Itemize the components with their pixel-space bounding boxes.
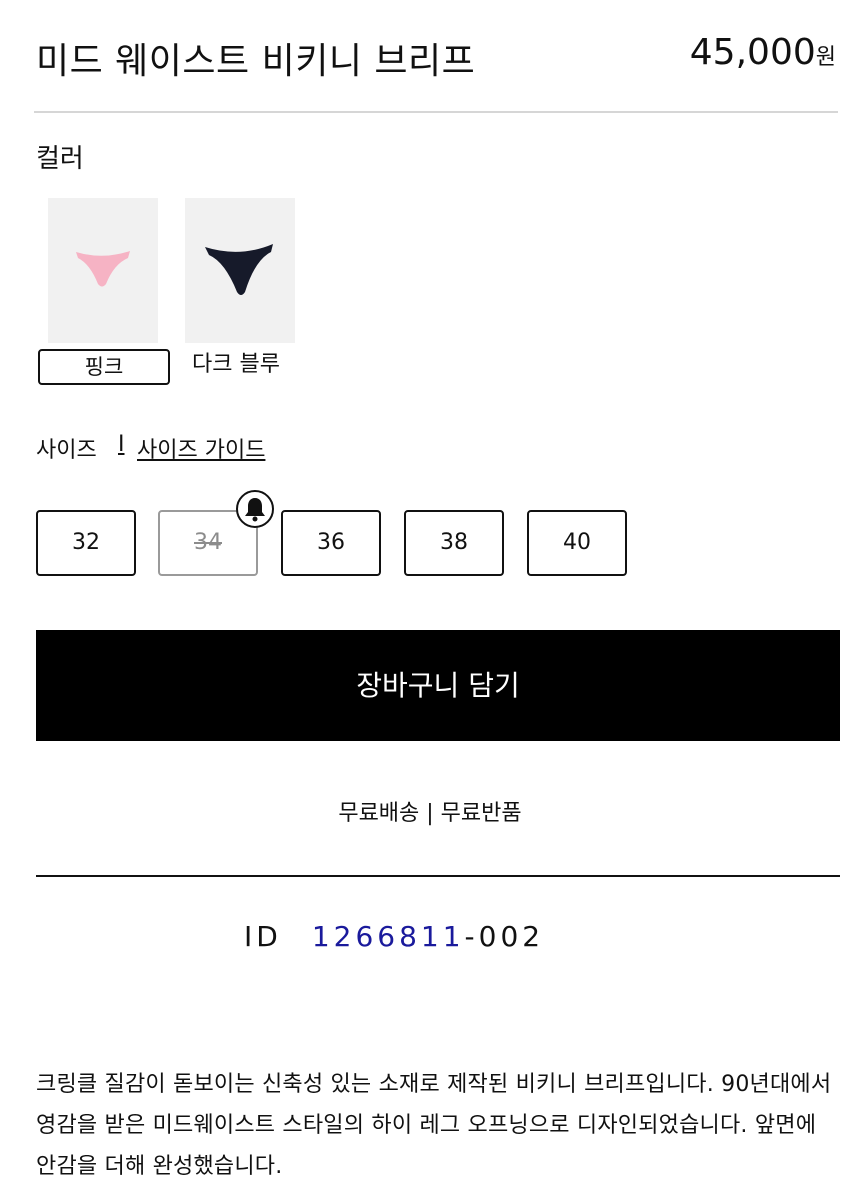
color-swatch-dark-blue[interactable] [185,198,295,343]
size-option-38[interactable]: 38 [404,510,504,576]
color-option-pink[interactable]: 핑크 [38,349,170,385]
shipping-info: 무료배송 | 무료반품 [338,801,522,826]
color-swatch-pink[interactable] [48,198,158,343]
pink-bikini-image [76,251,130,287]
size-guide-link[interactable]: 사이즈 가이드 [137,432,265,464]
dark-blue-bikini-image [205,244,273,295]
size-separator: I [118,432,125,457]
price-currency: 원 [815,45,836,70]
product-id-main[interactable]: 1266811 [312,920,465,953]
product-id: ID 1266811-002 [244,920,544,953]
header-divider [34,111,838,113]
product-description: 크링클 질감이 돋보이는 신축성 있는 소재로 제작된 비키니 브리프입니다. … [36,1072,832,1179]
add-to-cart-button[interactable]: 장바구니 담기 [36,630,840,741]
color-label: 컬러 [36,144,84,174]
color-option-dark-blue[interactable]: 다크 블루 [192,346,280,378]
size-option-32[interactable]: 32 [36,510,136,576]
product-id-suffix: -002 [464,920,545,953]
price-amount: 45,000 [689,32,816,73]
product-id-label: ID [244,920,282,953]
product-title: 미드 웨이스트 비키니 브리프 [36,41,476,82]
product-price: 45,000원 [690,32,836,73]
size-option-36[interactable]: 36 [281,510,381,576]
size-label: 사이즈 [36,438,97,463]
size-option-40[interactable]: 40 [527,510,627,576]
restock-alert-bell-icon[interactable] [236,490,274,528]
section-divider [36,875,840,877]
